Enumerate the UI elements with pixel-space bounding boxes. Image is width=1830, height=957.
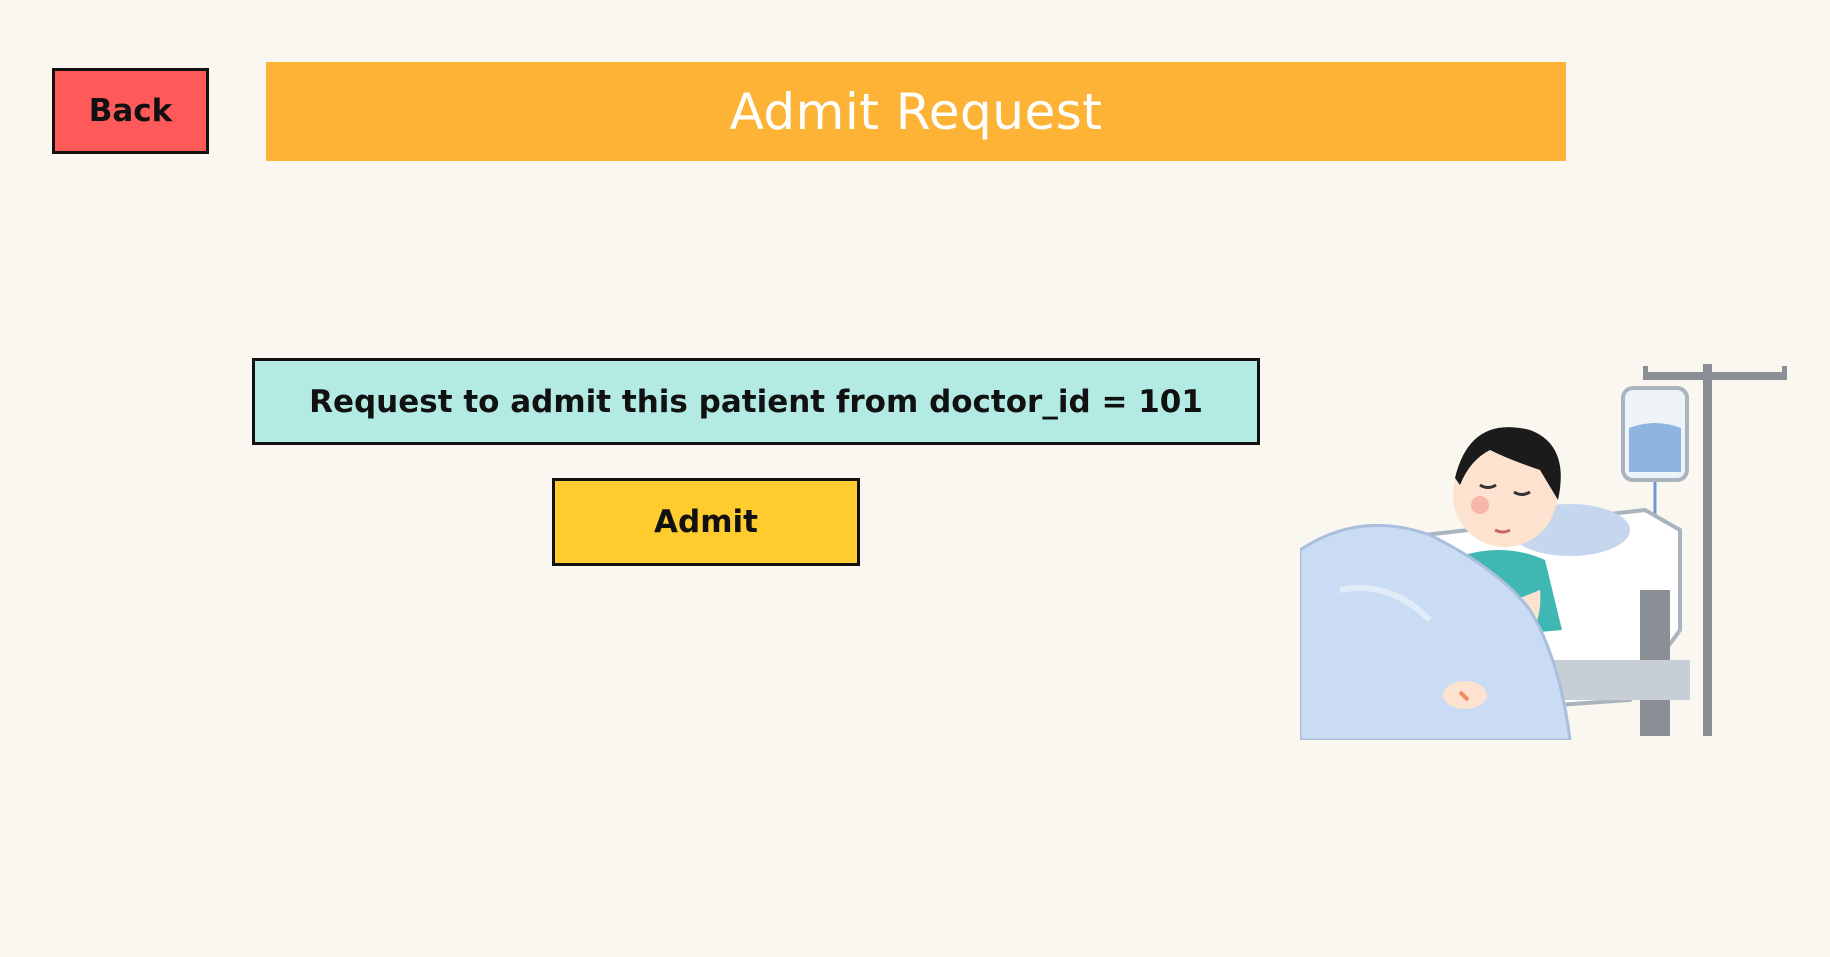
back-button[interactable]: Back <box>52 68 209 154</box>
patient-in-hospital-bed-icon <box>1300 364 1787 740</box>
admit-button[interactable]: Admit <box>552 478 860 566</box>
admit-request-message: Request to admit this patient from docto… <box>252 358 1260 445</box>
page-title: Admit Request <box>729 82 1103 141</box>
title-bar: Admit Request <box>266 62 1566 161</box>
